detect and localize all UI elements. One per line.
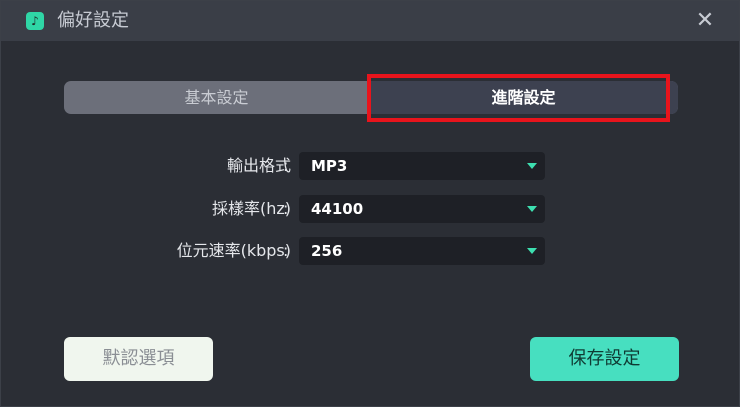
- setting-row-output-format: 輸出格式 : MP3: [1, 152, 740, 180]
- default-options-button[interactable]: 默認選項: [64, 337, 213, 381]
- bitrate-value: 256: [311, 242, 343, 260]
- tab-bar: 基本設定 進階設定: [64, 81, 678, 114]
- output-format-label: 輸出格式: [226, 156, 291, 175]
- dropdown-arrow-icon: [527, 206, 537, 212]
- colon: :: [283, 199, 289, 218]
- preferences-window: ♪ 偏好設定 ✕ 基本設定 進階設定 輸出格式 : MP3 採樣率(hz) : …: [0, 0, 740, 407]
- setting-row-bitrate: 位元速率(kbps) : 256: [1, 237, 740, 265]
- bitrate-label: 位元速率(kbps): [176, 241, 291, 260]
- sample-rate-label: 採樣率(hz): [211, 199, 291, 218]
- colon: :: [283, 241, 289, 260]
- dropdown-arrow-icon: [527, 248, 537, 254]
- title-bar: ♪ 偏好設定 ✕: [1, 1, 739, 41]
- setting-row-sample-rate: 採樣率(hz) : 44100: [1, 195, 740, 223]
- save-settings-button[interactable]: 保存設定: [530, 337, 679, 381]
- sample-rate-value: 44100: [311, 200, 364, 218]
- tab-advanced-settings[interactable]: 進階設定: [369, 81, 678, 114]
- dropdown-arrow-icon: [527, 163, 537, 169]
- sample-rate-select[interactable]: 44100: [299, 195, 545, 223]
- output-format-select[interactable]: MP3: [299, 152, 545, 180]
- output-format-value: MP3: [311, 157, 348, 175]
- window-title: 偏好設定: [57, 10, 129, 31]
- music-note-icon: ♪: [26, 12, 44, 30]
- tab-basic-settings[interactable]: 基本設定: [64, 81, 369, 114]
- close-icon[interactable]: ✕: [693, 9, 717, 33]
- colon: :: [283, 156, 289, 175]
- bitrate-select[interactable]: 256: [299, 237, 545, 265]
